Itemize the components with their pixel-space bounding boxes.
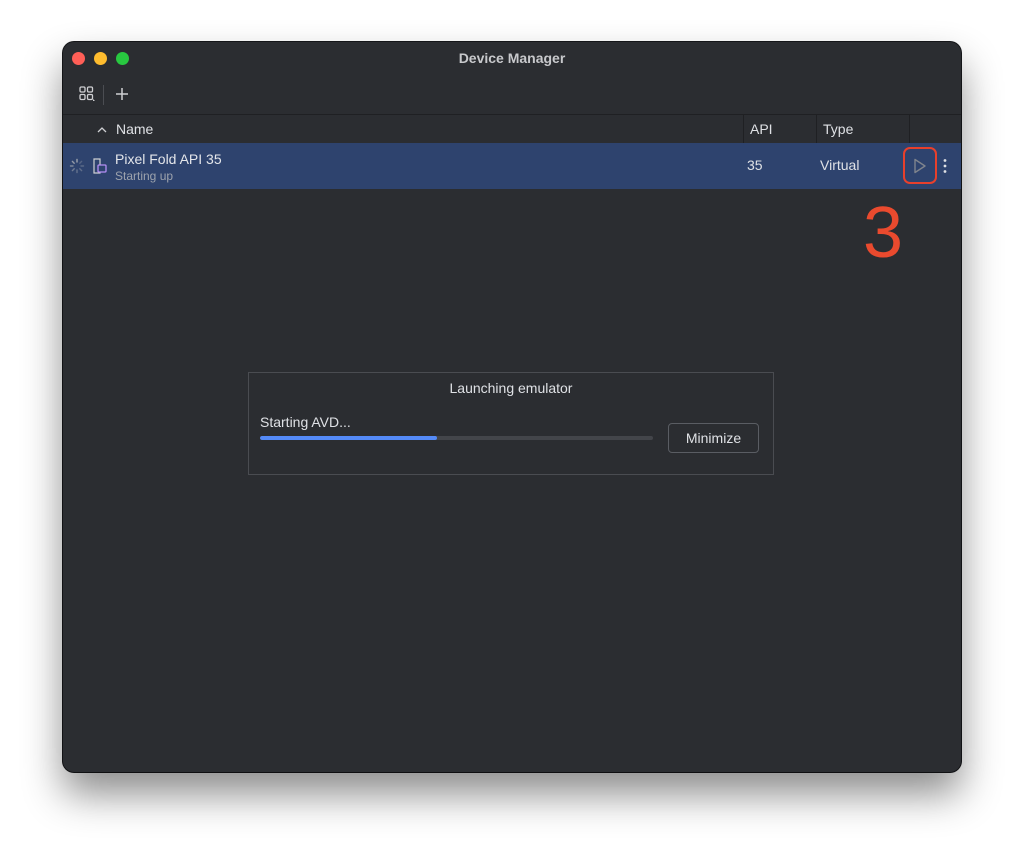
table-row[interactable]: Pixel Fold API 35 Starting up 35 Virtual (63, 143, 961, 189)
device-type: Virtual (820, 157, 860, 173)
chevron-up-icon (97, 127, 107, 133)
column-divider[interactable] (743, 115, 744, 143)
column-divider[interactable] (909, 115, 910, 143)
device-grid-icon[interactable] (77, 84, 97, 104)
step-annotation-number: 3 (862, 193, 904, 273)
progress-bar (260, 436, 653, 440)
device-manager-window: Device Manager Name API Type Pixel Fold … (63, 42, 961, 772)
dialog-status-text: Starting AVD... (260, 414, 351, 430)
device-actions-button[interactable] (941, 157, 949, 180)
window-title: Device Manager (458, 50, 566, 66)
dialog-title: Launching emulator (449, 380, 573, 396)
toolbar-separator (103, 85, 104, 105)
play-icon (914, 158, 926, 174)
column-header-type[interactable]: Type (823, 115, 853, 143)
device-api: 35 (747, 157, 763, 173)
foldable-device-icon (92, 157, 108, 180)
add-device-button[interactable] (112, 84, 132, 104)
toolbar (63, 74, 961, 114)
column-divider[interactable] (816, 115, 817, 143)
table-header: Name API Type (63, 114, 961, 144)
title-bar: Device Manager (63, 42, 961, 74)
device-status: Starting up (115, 169, 174, 183)
page: Device Manager Name API Type Pixel Fold … (0, 0, 1024, 856)
plus-icon (116, 88, 128, 100)
more-vert-icon (943, 159, 947, 173)
progress-bar-fill (260, 436, 437, 440)
column-header-name[interactable]: Name (116, 115, 153, 143)
column-header-api[interactable]: API (750, 115, 773, 143)
launching-emulator-dialog: Launching emulator Starting AVD... Minim… (248, 372, 774, 475)
device-name: Pixel Fold API 35 (115, 151, 222, 167)
loading-spinner-icon (69, 158, 85, 179)
launch-device-button[interactable] (912, 157, 928, 180)
minimize-button[interactable]: Minimize (668, 423, 759, 453)
sort-ascending-button[interactable] (96, 115, 116, 143)
